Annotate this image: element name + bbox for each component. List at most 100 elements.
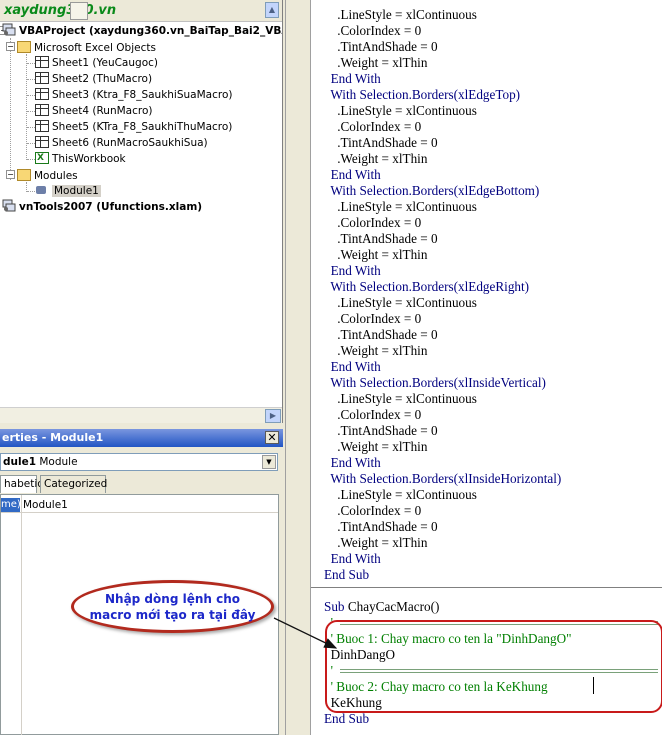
code-line[interactable]: End Sub [324, 567, 369, 583]
code-line[interactable]: .LineStyle = xlContinuous [324, 103, 477, 119]
tree-item-label: vnTools2007 (Ufunctions.xlam) [19, 201, 203, 213]
code-line[interactable]: With Selection.Borders(xlEdgeRight) [324, 279, 529, 295]
site-logo: xaydung360.vn [4, 3, 117, 18]
code-line[interactable]: .Weight = xlThin [324, 247, 427, 263]
tree-item-label: Sheet3 (Ktra_F8_SaukhiSuaMacro) [52, 89, 233, 101]
code-line[interactable]: .TintAndShade = 0 [324, 39, 437, 55]
code-line[interactable]: End With [324, 263, 381, 279]
tree-item-label: Sheet6 (RunMacroSaukhiSua) [52, 137, 208, 149]
tree-item-sheet2[interactable]: Sheet2 (ThuMacro) [35, 71, 152, 87]
tree-item-sheet3[interactable]: Sheet3 (Ktra_F8_SaukhiSuaMacro) [35, 87, 232, 103]
tree-item-module1[interactable]: Module1 [35, 183, 101, 199]
properties-title-bar: erties - Module1 ✕ [0, 429, 283, 447]
worksheet-icon [35, 56, 49, 68]
folder-open-icon [17, 169, 31, 181]
tree-item-label: Sheet4 (RunMacro) [52, 105, 153, 117]
code-line[interactable]: End With [324, 167, 381, 183]
code-line[interactable]: .Weight = xlThin [324, 439, 427, 455]
tree-item-modules[interactable]: Modules [17, 167, 78, 183]
object-name: dule1 [3, 456, 37, 468]
tree-item-sheet4[interactable]: Sheet4 (RunMacro) [35, 103, 152, 119]
module-icon [35, 184, 49, 196]
highlight-box [325, 620, 662, 713]
code-line[interactable]: End With [324, 359, 381, 375]
code-line[interactable]: With Selection.Borders(xlEdgeBottom) [324, 183, 539, 199]
tree-item-label: Sheet2 (ThuMacro) [52, 73, 153, 85]
tree-item-sheet5[interactable]: Sheet5 (KTra_F8_SaukhiThuMacro) [35, 119, 232, 135]
close-icon[interactable]: ✕ [265, 431, 279, 444]
code-line[interactable]: .LineStyle = xlContinuous [324, 7, 477, 23]
object-selector[interactable]: dule1 Module ▼ [0, 453, 278, 471]
code-line[interactable]: .LineStyle = xlContinuous [324, 391, 477, 407]
folder-open-icon [17, 41, 31, 53]
tab-categorized[interactable]: Categorized [40, 475, 107, 493]
code-line[interactable]: Sub ChayCacMacro() [324, 599, 439, 615]
callout-line-2: macro mới tạo ra tại đây [89, 608, 256, 622]
workbook-icon [35, 150, 49, 166]
project-toolbar: xaydung360.vn ▲ [0, 0, 282, 22]
code-line[interactable]: .TintAndShade = 0 [324, 423, 437, 439]
code-line[interactable]: With Selection.Borders(xlEdgeTop) [324, 87, 520, 103]
tree-item-label: Modules [34, 170, 78, 182]
property-key: me) [1, 498, 21, 512]
tree-item-label: ThisWorkbook [52, 153, 126, 165]
tree-item-sheet1[interactable]: Sheet1 (YeuCaugoc) [35, 55, 158, 71]
code-line[interactable]: .ColorIndex = 0 [324, 503, 421, 519]
code-line[interactable]: .ColorIndex = 0 [324, 311, 421, 327]
vba-project-icon [2, 23, 16, 36]
project-explorer[interactable]: xaydung360.vn ▲ − − − VBAProject (xaydun… [0, 0, 283, 423]
code-line[interactable]: .LineStyle = xlContinuous [324, 295, 477, 311]
code-line[interactable]: .TintAndShade = 0 [324, 135, 437, 151]
code-line[interactable]: .Weight = xlThin [324, 151, 427, 167]
code-line[interactable]: .TintAndShade = 0 [324, 327, 437, 343]
horizontal-scrollbar[interactable]: ▶ [0, 407, 282, 423]
properties-title: erties - Module1 [2, 431, 104, 444]
worksheet-icon [35, 120, 49, 132]
code-line[interactable]: .ColorIndex = 0 [324, 215, 421, 231]
tree-item-label: VBAProject (xaydung360.vn_BaiTap_Bai2_VB… [19, 25, 283, 37]
code-line[interactable]: .ColorIndex = 0 [324, 23, 421, 39]
code-line[interactable]: End With [324, 551, 381, 567]
code-line[interactable]: .TintAndShade = 0 [324, 231, 437, 247]
code-line[interactable]: .LineStyle = xlContinuous [324, 199, 477, 215]
worksheet-icon [35, 88, 49, 100]
toggle-folders-icon[interactable] [70, 2, 88, 20]
tree-item-label: Sheet1 (YeuCaugoc) [52, 57, 158, 69]
pane-splitter[interactable] [285, 0, 311, 735]
scroll-up-arrow-icon[interactable]: ▲ [265, 2, 279, 18]
code-line[interactable]: .Weight = xlThin [324, 55, 427, 71]
property-row-name[interactable]: me) Module1 [1, 498, 278, 513]
object-type: Module [39, 456, 78, 468]
code-line[interactable]: .Weight = xlThin [324, 535, 427, 551]
collapse-excel-objects-icon[interactable]: − [6, 42, 15, 51]
code-line[interactable]: .LineStyle = xlContinuous [324, 487, 477, 503]
tree-item-sheet6[interactable]: Sheet6 (RunMacroSaukhiSua) [35, 135, 208, 151]
code-line[interactable]: With Selection.Borders(xlInsideVertical) [324, 375, 546, 391]
tree-item-vntools[interactable]: vnTools2007 (Ufunctions.xlam) [2, 199, 202, 215]
tab-alphabetic[interactable]: habetic [0, 475, 43, 493]
code-line[interactable]: .ColorIndex = 0 [324, 407, 421, 423]
vba-project-icon [2, 199, 16, 212]
code-line[interactable]: End Sub [324, 711, 369, 727]
tree-item-excel-objects[interactable]: Microsoft Excel Objects [17, 39, 156, 55]
callout-line-1: Nhập dòng lệnh cho [104, 592, 240, 606]
code-line[interactable]: .ColorIndex = 0 [324, 119, 421, 135]
collapse-modules-icon[interactable]: − [6, 170, 15, 179]
tree-item-label: Module1 [52, 185, 101, 197]
chevron-down-icon[interactable]: ▼ [262, 455, 276, 469]
tree-item-thisworkbook[interactable]: ThisWorkbook [35, 150, 126, 167]
scroll-right-arrow-icon[interactable]: ▶ [265, 409, 281, 423]
tree-item-vbaproject[interactable]: VBAProject (xaydung360.vn_BaiTap_Bai2_VB… [2, 23, 283, 39]
code-line[interactable]: End With [324, 455, 381, 471]
tree-item-label: Microsoft Excel Objects [34, 42, 156, 54]
code-line[interactable]: .Weight = xlThin [324, 343, 427, 359]
tree-item-label: Sheet5 (KTra_F8_SaukhiThuMacro) [52, 121, 233, 133]
worksheet-icon [35, 104, 49, 116]
code-line[interactable]: End With [324, 71, 381, 87]
worksheet-icon [35, 136, 49, 148]
code-line[interactable]: With Selection.Borders(xlInsideHorizonta… [324, 471, 561, 487]
annotation-callout: Nhập dòng lệnh cho macro mới tạo ra tại … [71, 580, 274, 633]
code-line[interactable]: .TintAndShade = 0 [324, 519, 437, 535]
property-value[interactable]: Module1 [23, 498, 68, 512]
worksheet-icon [35, 72, 49, 84]
